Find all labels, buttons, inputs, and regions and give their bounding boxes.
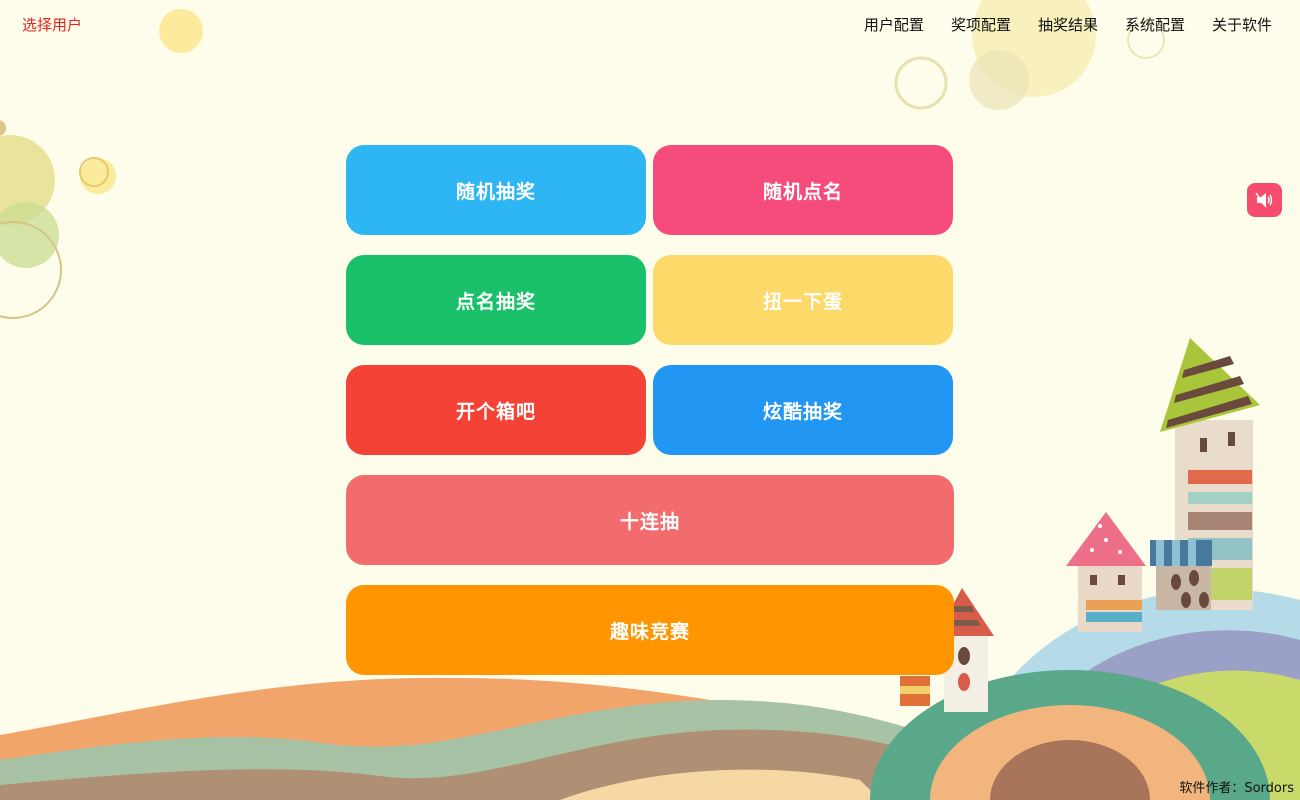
top-navigation: 用户配置 奖项配置 抽奖结果 系统配置 关于软件 (864, 14, 1272, 35)
software-author: 软件作者：Sordors (1179, 781, 1294, 796)
nav-draw-results[interactable]: 抽奖结果 (1038, 14, 1098, 35)
sound-toggle-button[interactable] (1247, 183, 1282, 217)
select-user-link[interactable]: 选择用户 (22, 14, 82, 35)
background-illustration (0, 0, 1300, 800)
nav-system-config[interactable]: 系统配置 (1125, 14, 1185, 35)
rollcall-draw-button[interactable]: 点名抽奖 (346, 255, 646, 345)
speaker-icon (1254, 192, 1272, 208)
random-draw-button[interactable]: 随机抽奖 (346, 145, 646, 235)
nav-user-config[interactable]: 用户配置 (864, 14, 924, 35)
nav-about-software[interactable]: 关于软件 (1212, 14, 1272, 35)
gashapon-button[interactable]: 扭一下蛋 (653, 255, 953, 345)
cool-draw-button[interactable]: 炫酷抽奖 (653, 365, 953, 455)
ten-draw-button[interactable]: 十连抽 (346, 475, 954, 565)
random-rollcall-button[interactable]: 随机点名 (653, 145, 953, 235)
open-box-button[interactable]: 开个箱吧 (346, 365, 646, 455)
nav-prize-config[interactable]: 奖项配置 (951, 14, 1011, 35)
fun-competition-button[interactable]: 趣味竞赛 (346, 585, 954, 675)
